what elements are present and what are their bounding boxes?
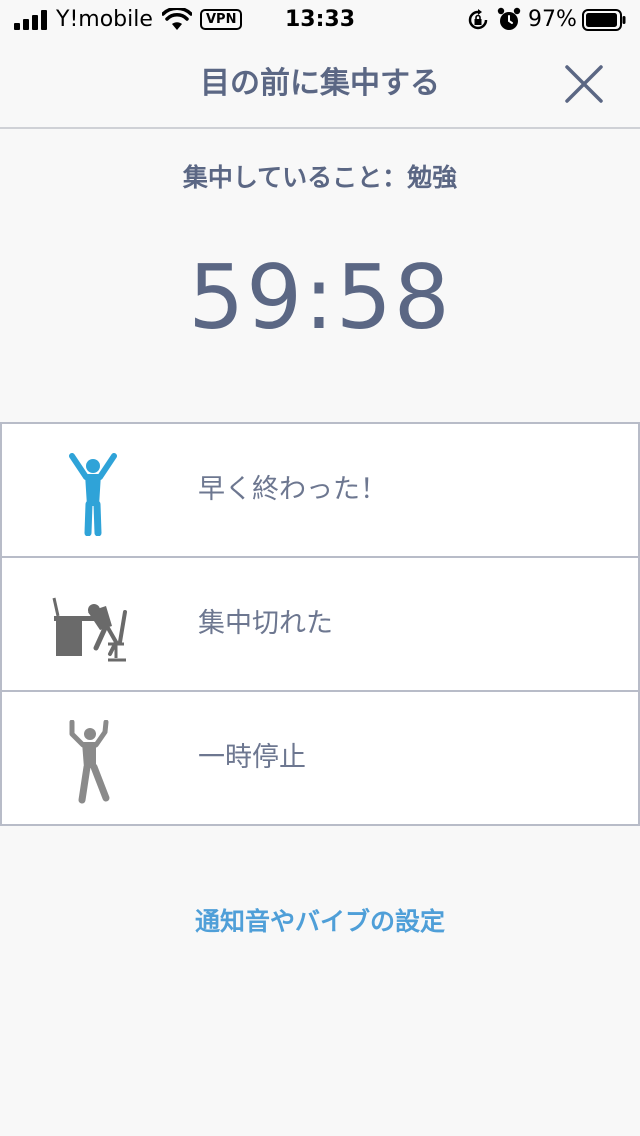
pausing-person-icon — [69, 720, 110, 804]
page-title: 目の前に集中する — [200, 66, 440, 101]
finished-early-button[interactable]: 早く終わった！ — [0, 422, 640, 556]
battery-percent: 97% — [528, 7, 577, 32]
signal-strength-icon — [14, 10, 48, 30]
option-label: 一時停止 — [198, 742, 306, 773]
session-options: 早く終わった！ 集中切れた 一時停止 — [0, 422, 640, 826]
navigation-bar: 目の前に集中する — [0, 40, 640, 129]
focus-screen: Y!mobile VPN 13:33 97% 目の前に集中する 集中していること… — [0, 0, 640, 1136]
exhausted-at-desk-icon — [52, 597, 127, 662]
close-icon[interactable] — [562, 62, 606, 106]
rotation-lock-icon — [468, 9, 488, 30]
countdown-timer: 59:58 — [188, 246, 452, 349]
battery-icon — [582, 9, 626, 31]
alarm-clock-icon — [497, 7, 521, 30]
option-label: 集中切れた — [198, 608, 333, 639]
vpn-badge: VPN — [200, 9, 243, 30]
option-label: 早く終わった！ — [198, 474, 387, 505]
sound-vibration-settings-link[interactable]: 通知音やバイブの設定 — [0, 904, 640, 940]
cheering-person-icon — [69, 453, 117, 536]
clock-time: 13:33 — [284, 7, 356, 32]
lost-focus-button[interactable]: 集中切れた — [0, 556, 640, 690]
carrier-name: Y!mobile — [56, 7, 153, 32]
status-bar: Y!mobile VPN 13:33 97% — [0, 0, 640, 40]
pause-button[interactable]: 一時停止 — [0, 690, 640, 826]
wifi-icon — [162, 8, 192, 30]
focus-subject: 集中していること：勉強 — [182, 163, 458, 192]
